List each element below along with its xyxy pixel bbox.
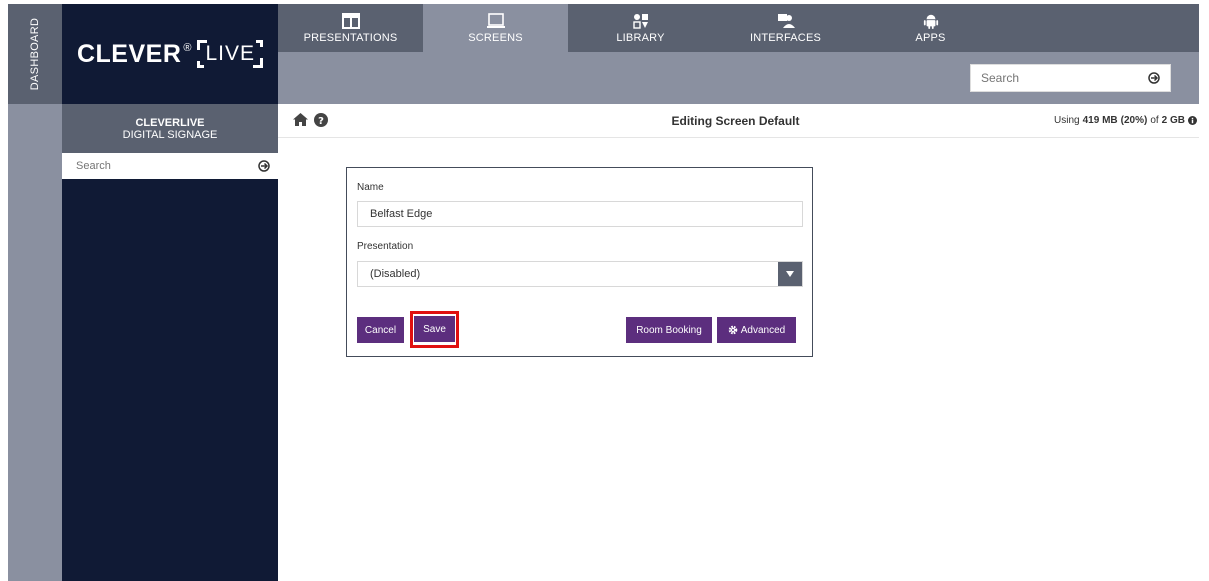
- nav-label: SCREENS: [468, 31, 523, 44]
- android-icon: [923, 14, 938, 29]
- search-go-icon[interactable]: [258, 160, 270, 172]
- top-nav: PRESENTATIONS SCREENS LIBRARY INTERFACES…: [278, 4, 1199, 52]
- info-icon[interactable]: [1188, 116, 1197, 125]
- left-panel-subtitle: DIGITAL SIGNAGE: [122, 128, 218, 141]
- name-label: Name: [357, 182, 384, 193]
- room-booking-button[interactable]: Room Booking: [626, 317, 712, 343]
- nav-label: LIBRARY: [616, 31, 665, 44]
- monitor-icon: [486, 12, 505, 28]
- logo-word: CLEVER: [76, 39, 182, 68]
- presentation-select[interactable]: (Disabled): [357, 261, 803, 287]
- caret-down-icon: [786, 271, 794, 277]
- presentation-selected-value: (Disabled): [370, 268, 421, 280]
- top-search-box: [970, 64, 1171, 92]
- left-panel: CLEVERLIVE DIGITAL SIGNAGE: [62, 104, 278, 581]
- search-go-icon[interactable]: [1148, 72, 1160, 84]
- logo-live: LIVE: [197, 40, 264, 68]
- edit-screen-form: Name Belfast Edge Presentation (Disabled…: [346, 167, 813, 357]
- advanced-button[interactable]: Advanced: [717, 317, 796, 343]
- logo-block[interactable]: CLEVER ® LIVE: [62, 4, 278, 104]
- left-panel-header: CLEVERLIVE DIGITAL SIGNAGE: [62, 104, 278, 153]
- left-panel-title: CLEVERLIVE: [135, 116, 205, 129]
- nav-label: APPS: [915, 31, 946, 44]
- select-toggle[interactable]: [778, 262, 802, 286]
- nav-label: PRESENTATIONS: [303, 31, 398, 44]
- gear-icon: [728, 325, 738, 335]
- dashboard-strip: DASHBOARD: [8, 4, 62, 581]
- nav-item-presentations[interactable]: PRESENTATIONS: [278, 4, 423, 52]
- save-button[interactable]: Save: [414, 316, 455, 342]
- app-root: DASHBOARD CLEVER ® LIVE PRESENTATIONS SC…: [0, 0, 1209, 581]
- page-title: Editing Screen Default: [671, 114, 800, 128]
- nav-item-apps[interactable]: APPS: [858, 4, 1003, 52]
- nav-item-interfaces[interactable]: INTERFACES: [713, 4, 858, 52]
- dashboard-tab[interactable]: DASHBOARD: [8, 4, 62, 104]
- logo-registered-mark: ®: [183, 42, 192, 54]
- top-search-input[interactable]: [981, 71, 1121, 85]
- nav-label: INTERFACES: [749, 31, 822, 44]
- library-icon: [632, 13, 648, 29]
- cancel-button[interactable]: Cancel: [357, 317, 404, 343]
- name-field[interactable]: Belfast Edge: [357, 201, 803, 227]
- left-search-box: [62, 153, 278, 179]
- top-subbar: [278, 52, 1199, 104]
- dashboard-label: DASHBOARD: [29, 17, 42, 91]
- nav-item-screens[interactable]: SCREENS: [423, 4, 568, 52]
- storage-usage: Using 419 MB (20%) of 2 GB: [1054, 115, 1197, 126]
- interfaces-icon: [777, 13, 795, 28]
- main-header: ? Editing Screen Default Using 419 MB (2…: [278, 104, 1199, 138]
- advanced-label: Advanced: [740, 324, 786, 336]
- clever-live-logo: CLEVER ® LIVE: [76, 39, 264, 69]
- nav-item-library[interactable]: LIBRARY: [568, 4, 713, 52]
- presentation-label: Presentation: [357, 241, 414, 252]
- left-search-input[interactable]: [76, 160, 226, 172]
- presentation-icon: [341, 12, 360, 29]
